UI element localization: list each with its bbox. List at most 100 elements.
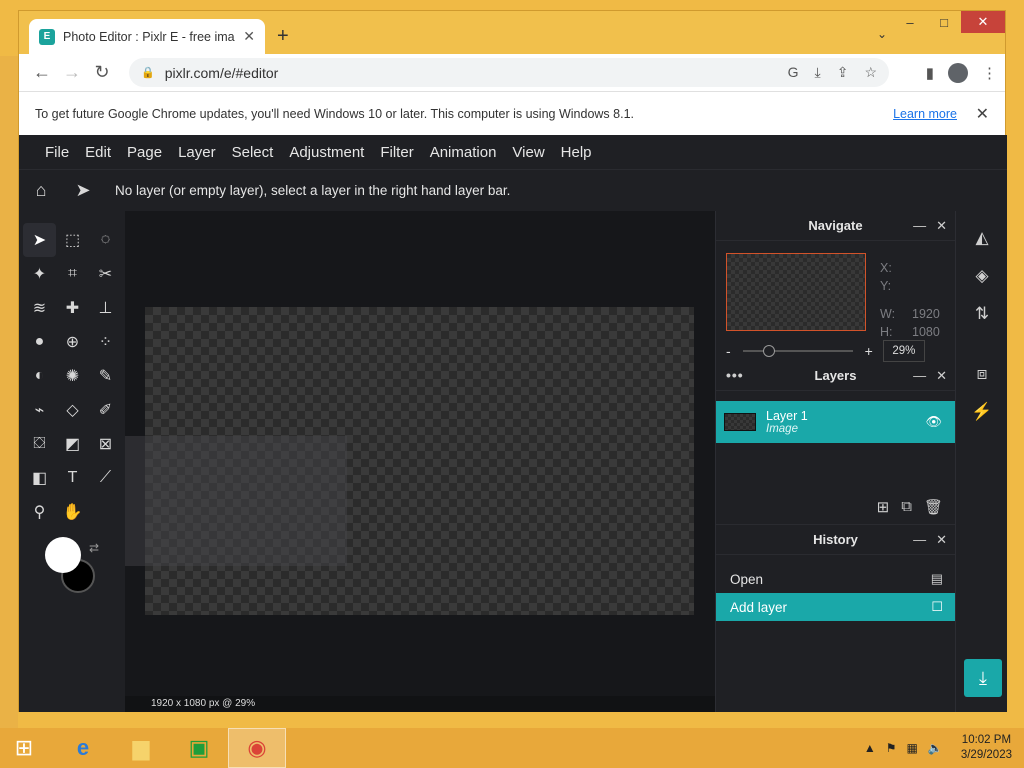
menu-filter[interactable]: Filter xyxy=(372,144,421,161)
history-close-icon[interactable]: ✕ xyxy=(936,532,947,548)
arrange-tool-icon[interactable]: ➤ xyxy=(23,223,56,257)
zoom-slider-knob[interactable] xyxy=(762,345,775,357)
profile-avatar-icon[interactable] xyxy=(948,62,968,83)
tab-search-chevron-icon[interactable]: ⌄ xyxy=(877,27,887,41)
home-icon[interactable]: ⌂ xyxy=(31,180,51,201)
heal-bandage-icon[interactable]: ✚ xyxy=(56,291,89,325)
side-panel-icon[interactable]: ▮ xyxy=(926,64,934,82)
crop-icon[interactable]: ⌗ xyxy=(56,257,89,291)
clone-stamp-icon[interactable]: ⊥ xyxy=(89,291,122,325)
delete-layer-trash-icon[interactable]: 🗑 xyxy=(924,498,943,516)
omnibox[interactable]: 🔒 pixlr.com/e/#editor G ⤓ ⇪ ☆ xyxy=(129,58,889,87)
zoom-magnifier-icon[interactable]: ⚲ xyxy=(23,495,56,529)
layers-minimize-icon[interactable]: — xyxy=(913,368,926,384)
infobar-close-icon[interactable]: ✕ xyxy=(976,104,989,124)
layer-row[interactable]: Layer 1 Image 👁 xyxy=(716,401,956,443)
history-item-add-layer[interactable]: Add layer ☐ xyxy=(716,593,955,621)
maximize-button[interactable]: □ xyxy=(927,11,961,33)
brush-icon[interactable]: ⌁ xyxy=(23,393,56,427)
menu-layer[interactable]: Layer xyxy=(170,144,224,161)
history-item-open[interactable]: Open ▤ xyxy=(716,565,955,593)
zoom-slider[interactable] xyxy=(742,345,853,357)
back-arrow-icon[interactable]: ← xyxy=(27,58,57,88)
navigator-coords: X: Y: W: 1920 H: 1080 xyxy=(880,259,940,341)
menu-file[interactable]: File xyxy=(37,144,77,161)
taskbar-clock[interactable]: 10:02 PM 3/29/2023 xyxy=(961,733,1012,763)
new-tab-icon[interactable]: + xyxy=(277,25,289,48)
chrome-menu-icon[interactable]: ⋮ xyxy=(982,64,997,82)
layer-visibility-eye-icon[interactable]: 👁 xyxy=(925,414,942,430)
minimize-button[interactable]: – xyxy=(893,11,927,33)
history-minimize-icon[interactable]: — xyxy=(913,532,926,548)
tray-chevron-up-icon[interactable]: ▲ xyxy=(864,741,876,755)
swap-colors-icon[interactable]: ⇄ xyxy=(89,541,99,555)
clock-time: 10:02 PM xyxy=(961,734,1012,746)
pen-draw-icon[interactable]: ✐ xyxy=(89,393,122,427)
bookmark-star-icon[interactable]: ☆ xyxy=(864,64,877,81)
image-placeholder-icon[interactable]: ⊠ xyxy=(89,427,122,461)
color-picker-pen-icon[interactable]: ✎ xyxy=(89,359,122,393)
zoom-in-button[interactable]: + xyxy=(865,343,873,359)
volume-muted-icon[interactable]: 🔈 xyxy=(928,741,943,755)
forward-arrow-icon[interactable]: → xyxy=(57,58,87,88)
browser-tab[interactable]: E Photo Editor : Pixlr E - free image ✕ xyxy=(29,19,265,54)
duplicate-layer-icon[interactable]: ⧉ xyxy=(901,498,912,516)
liquify-icon[interactable]: ≋ xyxy=(23,291,56,325)
resize-toggle-icon[interactable]: ⧈ xyxy=(956,355,1008,393)
lock-icon[interactable]: 🔒 xyxy=(141,66,155,79)
sponge-icon[interactable]: ⊕ xyxy=(56,325,89,359)
reload-icon[interactable]: ↻ xyxy=(87,58,117,88)
zoom-percentage-input[interactable]: 29% xyxy=(882,340,925,362)
navigator-thumbnail[interactable] xyxy=(726,253,866,331)
color-replace-icon[interactable]: ✺ xyxy=(56,359,89,393)
menu-adjustment[interactable]: Adjustment xyxy=(281,144,372,161)
zoom-out-button[interactable]: - xyxy=(726,343,731,359)
fill-bucket-icon[interactable]: ⛋ xyxy=(23,427,56,461)
layers-close-icon[interactable]: ✕ xyxy=(936,368,947,384)
navigate-minimize-icon[interactable]: — xyxy=(913,218,926,234)
eraser-icon[interactable]: ◇ xyxy=(56,393,89,427)
text-icon[interactable]: T xyxy=(56,461,89,495)
install-app-icon[interactable]: ⤓ xyxy=(815,64,821,81)
navigate-toggle-icon[interactable]: ◭ xyxy=(956,219,1008,257)
share-icon[interactable]: ⇪ xyxy=(837,64,849,81)
eyedropper-icon[interactable]: ⟋ xyxy=(89,461,122,495)
lasso-select-icon[interactable]: ◌ xyxy=(89,223,122,257)
menu-view[interactable]: View xyxy=(504,144,552,161)
internet-explorer-icon[interactable]: e xyxy=(54,728,112,768)
file-explorer-folder-icon[interactable]: ▆ xyxy=(112,728,170,768)
menu-animation[interactable]: Animation xyxy=(422,144,505,161)
windows-start-icon[interactable]: ⊞ xyxy=(0,728,48,768)
layer-thumbnail xyxy=(724,413,756,431)
layers-more-icon[interactable]: ••• xyxy=(726,367,744,383)
menu-edit[interactable]: Edit xyxy=(77,144,119,161)
foreground-color-swatch[interactable] xyxy=(45,537,81,573)
learn-more-link[interactable]: Learn more xyxy=(893,107,957,121)
cutout-scissors-icon[interactable]: ✂ xyxy=(89,257,122,291)
menu-help[interactable]: Help xyxy=(553,144,600,161)
url-text[interactable]: pixlr.com/e/#editor xyxy=(165,65,778,81)
gradient-icon[interactable]: ◩ xyxy=(56,427,89,461)
dodge-burn-icon[interactable]: ◐ xyxy=(23,359,56,393)
store-icon[interactable]: ▣ xyxy=(170,728,228,768)
add-layer-icon[interactable]: ⊞ xyxy=(877,498,890,516)
marquee-select-icon[interactable]: ⬚ xyxy=(56,223,89,257)
shape-icon[interactable]: ◧ xyxy=(23,461,56,495)
action-center-flag-icon[interactable]: ⚑ xyxy=(886,741,897,755)
layers-toggle-icon[interactable]: ◈ xyxy=(956,257,1008,295)
magic-wand-icon[interactable]: ✦ xyxy=(23,257,56,291)
hand-pan-icon[interactable]: ✋ xyxy=(56,495,89,529)
network-icon[interactable]: ▦ xyxy=(907,741,918,755)
quick-actions-bolt-icon[interactable]: ⚡ xyxy=(956,393,1008,431)
chrome-taskbar-icon[interactable]: ◉ xyxy=(228,728,286,768)
history-toggle-icon[interactable]: ⇅ xyxy=(956,295,1008,333)
menu-page[interactable]: Page xyxy=(119,144,170,161)
navigate-close-icon[interactable]: ✕ xyxy=(936,218,947,234)
download-save-button[interactable]: ⤓ xyxy=(964,659,1002,697)
close-window-button[interactable]: ✕ xyxy=(961,11,1005,33)
tab-close-icon[interactable]: ✕ xyxy=(243,28,255,45)
menu-select[interactable]: Select xyxy=(224,144,282,161)
pixelate-icon[interactable]: ⁘ xyxy=(89,325,122,359)
blur-drop-icon[interactable]: ● xyxy=(23,325,56,359)
google-translate-icon[interactable]: G xyxy=(788,64,799,81)
